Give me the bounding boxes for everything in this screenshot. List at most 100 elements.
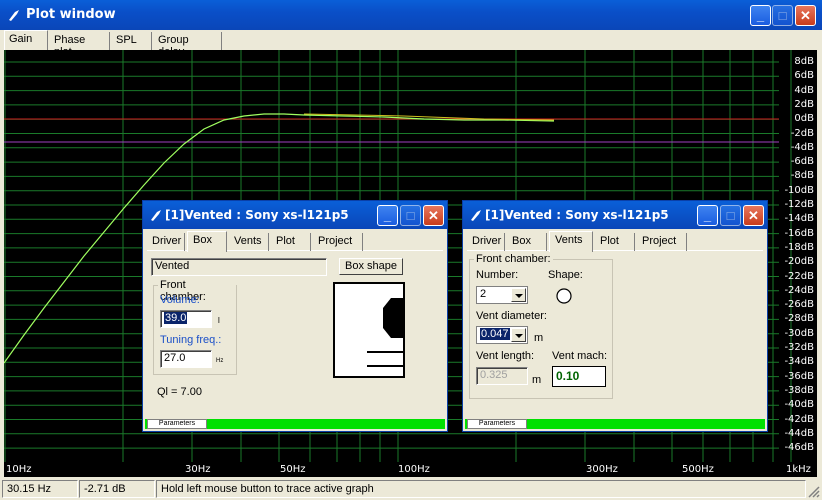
chevron-down-icon[interactable] [511,288,526,302]
box-dialog-title-bar[interactable]: [1]Vented : Sony xs-l121p5 _ □ ✕ [143,201,447,229]
parameters-tab[interactable]: Parameters [147,419,207,429]
tab-phase-plot[interactable]: Phase plot [50,32,110,58]
vents-dialog-tabs: Driver Box Vents Plot Project [467,231,763,252]
y-tick-label: -38dB [784,384,814,396]
status-bar: 30.15 Hz -2.71 dB Hold left mouse button… [0,478,822,500]
tab-plot[interactable]: Plot [271,233,311,251]
vents-dialog-title-bar[interactable]: [1]Vented : Sony xs-l121p5 _ □ ✕ [463,201,767,229]
y-tick-label: -14dB [784,213,814,225]
tuning-label: Tuning freq.: [160,334,222,346]
status-hint: Hold left mouse button to trace active g… [156,480,806,498]
x-tick-label: 100Hz [398,464,430,475]
ql-value: Ql = 7.00 [157,386,202,398]
minimize-button[interactable]: _ [377,205,398,226]
box-tab-content: Vented Box shape Front chamber: Volume: … [147,252,443,415]
box-shape-button[interactable]: Box shape [339,258,403,275]
y-tick-label: -8dB [790,170,814,182]
y-tick-label: -2dB [790,127,814,139]
number-select[interactable]: 2 [476,286,528,304]
tab-plot[interactable]: Plot [595,233,635,251]
vent-diameter-label: Vent diameter: [476,310,547,322]
tuning-unit: Hz [216,358,224,364]
vents-tab-content: Front chamber: Number: Shape: 2 Vent dia… [467,252,763,415]
box-dialog-title: [1]Vented : Sony xs-l121p5 [165,208,349,222]
y-tick-label: -44dB [784,427,814,439]
vent-diameter-select[interactable]: 0.047 [476,326,528,344]
window-title: Plot window [26,7,116,22]
tab-box[interactable]: Box [187,231,227,252]
front-chamber-group: Front chamber: Number: Shape: 2 Vent dia… [469,253,613,399]
y-tick-label: 0dB [794,113,814,125]
tab-gain[interactable]: Gain [4,30,48,50]
tab-vents[interactable]: Vents [549,231,593,252]
vent-mach-value: 0.10 [552,366,606,387]
vent-diameter-unit: m [534,332,544,344]
y-tick-label: -36dB [784,370,814,382]
app-icon [151,210,161,221]
y-tick-label: -46dB [784,442,814,454]
maximize-button: □ [400,205,421,226]
y-tick-label: -30dB [784,327,814,339]
tab-spl[interactable]: SPL [112,32,152,50]
tab-project[interactable]: Project [313,233,363,251]
y-tick-label: -10dB [784,184,814,196]
close-button[interactable]: ✕ [423,205,444,226]
y-tick-label: -6dB [790,156,814,168]
resize-grip-icon[interactable] [808,486,820,498]
x-tick-label: 30Hz [185,464,211,475]
y-tick-label: 2dB [794,98,814,110]
y-tick-label: -24dB [784,284,814,296]
chevron-down-icon[interactable] [511,328,526,342]
volume-input[interactable]: 39.0 [160,310,212,328]
vents-dialog: [1]Vented : Sony xs-l121p5 _ □ ✕ Driver … [462,200,768,432]
tab-driver[interactable]: Driver [147,233,185,251]
y-tick-label: -42dB [784,413,814,425]
close-button[interactable]: ✕ [743,205,764,226]
tab-vents[interactable]: Vents [229,233,269,251]
front-chamber-label: Front chamber: [474,253,553,265]
y-tick-label: -40dB [784,399,814,411]
volume-unit: l [218,316,220,325]
x-tick-label: 1kHz [786,464,811,475]
y-tick-label: 4dB [794,84,814,96]
x-tick-label: 10Hz [6,464,32,475]
y-tick-label: -4dB [790,141,814,153]
minimize-button[interactable]: _ [697,205,718,226]
round-shape-icon[interactable] [555,287,573,305]
y-tick-label: 8dB [794,56,814,67]
y-tick-label: -28dB [784,313,814,325]
front-chamber-group: Front chamber: Volume: 39.0 l Tuning fre… [153,279,237,375]
parameters-tab[interactable]: Parameters [467,419,527,429]
tab-driver[interactable]: Driver [467,233,505,251]
y-tick-label: -34dB [784,356,814,368]
box-type-field: Vented [151,258,327,276]
y-tick-label: -12dB [784,199,814,210]
dialog-status-bar: Parameters [145,419,445,429]
y-tick-label: -22dB [784,270,814,282]
box-shape-preview [333,282,405,378]
vents-dialog-title: [1]Vented : Sony xs-l121p5 [485,208,669,222]
tab-project[interactable]: Project [637,233,687,251]
tab-box[interactable]: Box [507,233,547,251]
box-dialog-tabs: Driver Box Vents Plot Project [147,231,443,252]
y-tick-label: -16dB [784,227,814,239]
app-icon [9,10,19,21]
vent-length-label: Vent length: [476,350,535,362]
tab-group-delay[interactable]: Group delay [154,32,222,58]
vent-length-field: 0.325 [476,367,528,385]
y-tick-label: -20dB [784,256,814,268]
status-gain: -2.71 dB [79,480,155,498]
tuning-input[interactable]: 27.0 [160,350,212,368]
vent-mach-label: Vent mach: [552,350,608,362]
close-button[interactable]: ✕ [795,5,816,26]
x-tick-label: 50Hz [280,464,306,475]
y-tick-label: 6dB [794,70,814,82]
minimize-button[interactable]: _ [750,5,771,26]
app-icon [471,210,481,221]
maximize-button: □ [772,5,793,26]
status-frequency: 30.15 Hz [2,480,78,498]
vent-length-unit: m [532,374,542,386]
y-tick-label: -18dB [784,241,814,253]
volume-label: Volume: [160,294,200,306]
maximize-button: □ [720,205,741,226]
